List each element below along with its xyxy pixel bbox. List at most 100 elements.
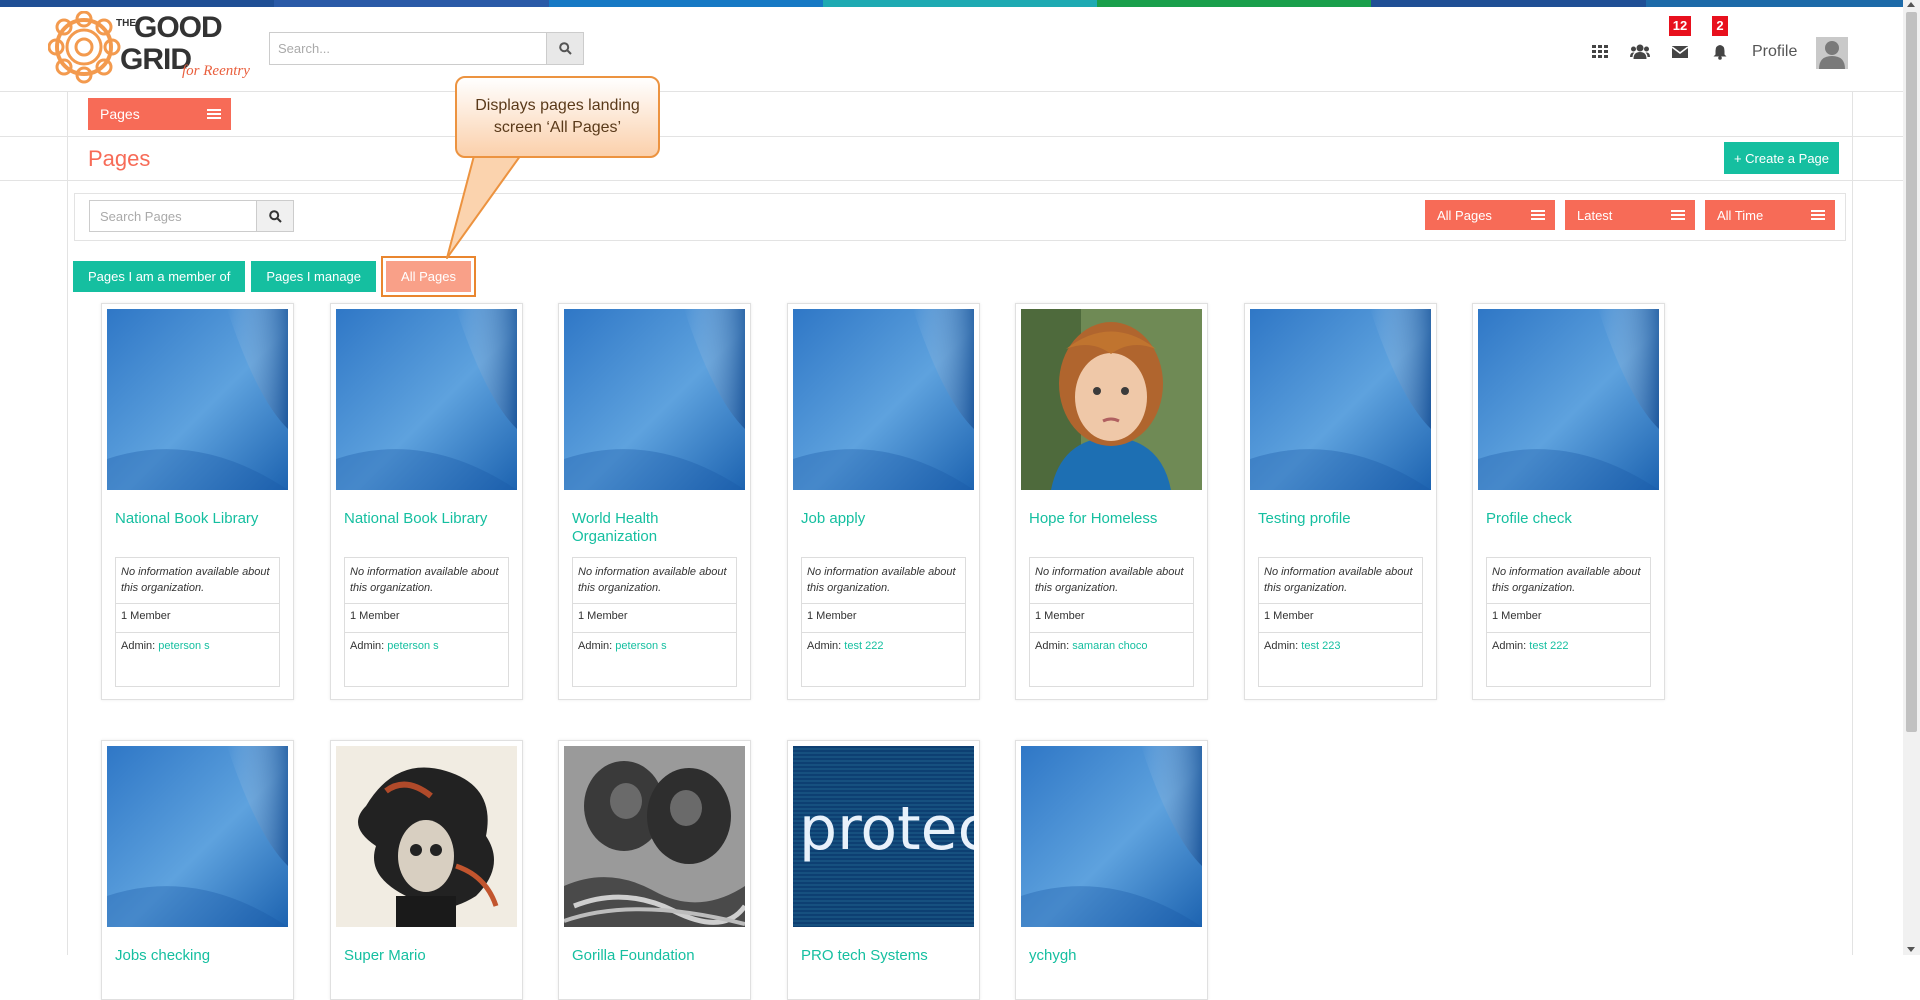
page-card[interactable]: protec PRO tech Systems <box>787 740 980 1000</box>
page-card-name[interactable]: World Health Organization <box>572 510 737 546</box>
page-card-name[interactable]: PRO tech Systems <box>801 947 966 965</box>
pages-search-input[interactable] <box>89 200 256 232</box>
page-card-name[interactable]: National Book Library <box>115 510 280 528</box>
page-card-members: 1 Member <box>1487 604 1650 633</box>
page-card[interactable]: Profile check No information available ab… <box>1472 303 1665 700</box>
page-card[interactable]: Testing profile No information available … <box>1244 303 1437 700</box>
page-card-name[interactable]: Gorilla Foundation <box>572 947 737 965</box>
create-page-button[interactable]: + Create a Page <box>1724 142 1839 174</box>
page-card-admin-link[interactable]: test 222 <box>844 640 883 652</box>
tab-member-pages[interactable]: Pages I am a member of <box>73 261 246 292</box>
page-card-image[interactable]: protec <box>793 746 974 927</box>
top-color-stripe <box>0 0 1920 7</box>
page-card-admin: Admin: peterson s <box>345 633 508 686</box>
page-card-image[interactable] <box>564 309 745 490</box>
page-card-description: No information available about this orga… <box>345 558 508 604</box>
page-card-image[interactable] <box>1478 309 1659 490</box>
page-card-image[interactable] <box>564 746 745 927</box>
page-card-name[interactable]: Jobs checking <box>115 947 280 965</box>
title-divider <box>0 180 1903 181</box>
bell-icon <box>1713 45 1727 60</box>
page-card-admin-label: Admin: <box>350 640 388 652</box>
page-card-admin-link[interactable]: test 223 <box>1301 640 1340 652</box>
page-card-description: No information available about this orga… <box>573 558 736 604</box>
page-card-image[interactable] <box>1250 309 1431 490</box>
page-card-image[interactable] <box>1021 746 1202 927</box>
page-card-name[interactable]: National Book Library <box>344 510 509 528</box>
pages-menu-label: Pages <box>100 106 140 122</box>
page-card-description: No information available about this orga… <box>802 558 965 604</box>
site-logo[interactable]: THE GOOD GRID for Reentry <box>47 10 268 91</box>
logo-the: THE <box>116 18 136 29</box>
page-card-info: No information available about this orga… <box>1029 557 1194 687</box>
page-card-info: No information available about this orga… <box>115 557 280 687</box>
page-card-admin: Admin: samaran choco <box>1030 633 1193 686</box>
page-card-admin: Admin: test 222 <box>1487 633 1650 686</box>
scroll-down-arrow-icon[interactable] <box>1907 947 1915 952</box>
scope-select[interactable]: All Pages <box>1425 200 1555 230</box>
page-card-image[interactable] <box>793 309 974 490</box>
page-card[interactable]: Jobs checking <box>101 740 294 1000</box>
page-scrollbar[interactable] <box>1903 0 1920 955</box>
page-card-name[interactable]: Super Mario <box>344 947 509 965</box>
page-card-name[interactable]: Job apply <box>801 510 966 528</box>
global-search-input[interactable] <box>269 32 546 65</box>
page-card-name[interactable]: ychygh <box>1029 947 1194 965</box>
time-select-value: All Time <box>1717 207 1764 223</box>
page-card-image[interactable] <box>107 309 288 490</box>
search-icon <box>268 209 282 223</box>
page-card-name[interactable]: Testing profile <box>1258 510 1423 528</box>
page-card-image[interactable] <box>336 746 517 927</box>
page-card-description: No information available about this orga… <box>1487 558 1650 604</box>
grid-icon <box>1592 45 1608 58</box>
page-card[interactable]: ychygh <box>1015 740 1208 1000</box>
page-card-image-text: protec <box>799 794 974 864</box>
page-card-admin-link[interactable]: peterson s <box>387 640 438 652</box>
notifications-count-badge: 2 <box>1712 16 1728 36</box>
page-card-admin-link[interactable]: peterson s <box>615 640 666 652</box>
profile-link[interactable]: Profile <box>1752 43 1797 61</box>
time-select[interactable]: All Time <box>1705 200 1835 230</box>
page-card-info: No information available about this orga… <box>344 557 509 687</box>
page-card-info: No information available about this orga… <box>801 557 966 687</box>
avatar[interactable] <box>1816 37 1848 69</box>
notifications-button[interactable]: 2 <box>1700 16 1740 65</box>
page-card[interactable]: Hope for Homeless No information availabl… <box>1015 303 1208 700</box>
global-search-button[interactable] <box>546 32 584 65</box>
pages-tabs: Pages I am a member of Pages I manage Al… <box>73 256 477 297</box>
users-icon <box>1630 44 1650 59</box>
page-card-admin-link[interactable]: samaran choco <box>1072 640 1147 652</box>
page-card-image[interactable] <box>1021 309 1202 490</box>
messages-count-badge: 12 <box>1668 16 1692 36</box>
page-card-name[interactable]: Profile check <box>1486 510 1651 528</box>
page-card-name[interactable]: Hope for Homeless <box>1029 510 1194 528</box>
page-card-admin-label: Admin: <box>1492 640 1530 652</box>
scrollbar-thumb[interactable] <box>1906 12 1917 732</box>
sort-select[interactable]: Latest <box>1565 200 1695 230</box>
envelope-icon <box>1672 46 1688 58</box>
page-card[interactable]: World Health Organization No information … <box>558 303 751 700</box>
tab-all-pages[interactable]: All Pages <box>381 256 476 297</box>
messages-button[interactable]: 12 <box>1660 16 1700 65</box>
page-card[interactable]: Job apply No information available about … <box>787 303 980 700</box>
page-card-image[interactable] <box>336 309 517 490</box>
page-card-admin-link[interactable]: peterson s <box>158 640 209 652</box>
page-card[interactable]: Gorilla Foundation <box>558 740 751 1000</box>
tab-managed-pages[interactable]: Pages I manage <box>251 261 377 292</box>
page-card-image[interactable] <box>107 746 288 927</box>
scroll-up-arrow-icon[interactable] <box>1907 2 1915 7</box>
logo-tagline: for Reentry <box>182 63 250 79</box>
top-header: THE GOOD GRID for Reentry 12 <box>0 7 1920 92</box>
apps-button[interactable] <box>1580 39 1620 65</box>
pages-menu-dropdown[interactable]: Pages <box>88 98 231 130</box>
page-card[interactable]: National Book Library No information avai… <box>330 303 523 700</box>
page-card-admin-label: Admin: <box>121 640 159 652</box>
pages-search <box>89 200 294 232</box>
page-card-admin-label: Admin: <box>578 640 616 652</box>
page-card[interactable]: National Book Library No information avai… <box>101 303 294 700</box>
page-card-admin-link[interactable]: test 222 <box>1529 640 1568 652</box>
page-card[interactable]: Super Mario <box>330 740 523 1000</box>
page-card-admin: Admin: peterson s <box>573 633 736 686</box>
pages-search-button[interactable] <box>256 200 294 232</box>
connections-button[interactable] <box>1620 39 1660 65</box>
